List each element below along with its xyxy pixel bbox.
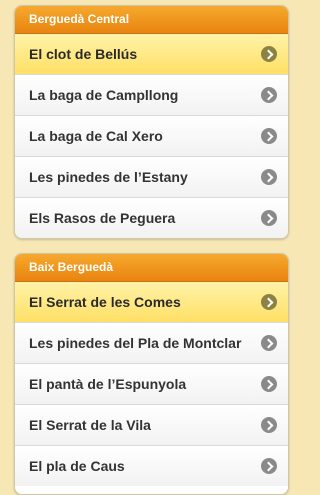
chevron-right-icon [261, 417, 277, 433]
chevron-right-icon [261, 46, 277, 62]
list-item-label: El pantà de l’Espunyola [29, 376, 187, 392]
list-item-label: Els Rasos de Peguera [29, 210, 176, 226]
list-item-la-baga-de-campllong[interactable]: La baga de Campllong [15, 75, 288, 116]
list-item-el-serrat-de-la-vila[interactable]: El Serrat de la Vila [15, 405, 288, 446]
page: Berguedà Central El clot de Bellús La ba… [0, 0, 300, 495]
list-item-label: El clot de Bellús [29, 46, 138, 62]
list-item-el-clot-de-bellus[interactable]: El clot de Bellús [15, 34, 288, 75]
chevron-right-icon [261, 335, 277, 351]
list-item-les-pinedes-del-pla-de-montclar[interactable]: Les pinedes del Pla de Montclar [15, 323, 288, 364]
list-item-els-rasos-de-peguera[interactable]: Els Rasos de Peguera [15, 198, 288, 238]
list-item-la-baga-de-cal-xero[interactable]: La baga de Cal Xero [15, 116, 288, 157]
list-item-el-panta-de-lespunyola[interactable]: El pantà de l’Espunyola [15, 364, 288, 405]
chevron-right-icon [261, 210, 277, 226]
chevron-right-icon [261, 458, 277, 474]
list-item-label: Les pinedes de l’Estany [29, 169, 188, 185]
list-item-el-serrat-de-les-comes[interactable]: El Serrat de les Comes [15, 282, 288, 323]
list-item-les-pinedes-de-lestany[interactable]: Les pinedes de l’Estany [15, 157, 288, 198]
list-item-label: Les pinedes del Pla de Montclar [29, 335, 242, 351]
list-item-label: La baga de Cal Xero [29, 128, 163, 144]
list-item-label: El pla de Caus [29, 458, 125, 474]
chevron-right-icon [261, 169, 277, 185]
group-bergueda-central: Berguedà Central El clot de Bellús La ba… [14, 5, 289, 239]
group-baix-bergueda: Baix Berguedà El Serrat de les Comes Les… [14, 253, 289, 495]
chevron-right-icon [261, 128, 277, 144]
list-item-label: El Serrat de la Vila [29, 417, 151, 433]
group-header: Baix Berguedà [15, 254, 288, 282]
list-item-el-pla-de-caus[interactable]: El pla de Caus [15, 446, 288, 486]
group-header: Berguedà Central [15, 6, 288, 34]
list-item-label: El Serrat de les Comes [29, 294, 181, 310]
chevron-right-icon [261, 87, 277, 103]
chevron-right-icon [261, 376, 277, 392]
chevron-right-icon [261, 294, 277, 310]
list-item-label: La baga de Campllong [29, 87, 179, 103]
